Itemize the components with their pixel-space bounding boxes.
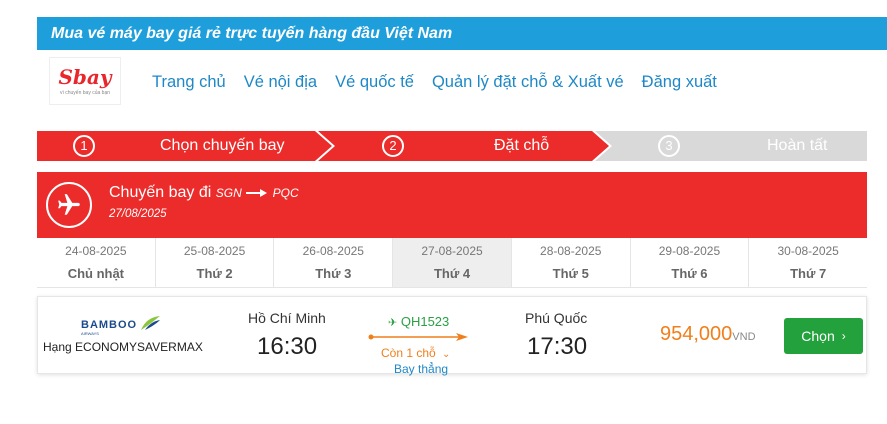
nav-item-domestic[interactable]: Vé nội địa [244, 73, 317, 92]
date-option-weekday: Thứ 4 [433, 266, 471, 281]
flight-number-text: QH1523 [400, 314, 450, 329]
date-option-weekday: Thứ 3 [315, 266, 352, 281]
date-option-weekday: Thứ 5 [552, 266, 589, 281]
step-1: 1 Chọn chuyến bay [37, 131, 317, 161]
date-option-selected[interactable]: 27-08-2025 Thứ 4 [393, 238, 512, 287]
step-3-number: 3 [658, 135, 680, 157]
date-option-weekday: Thứ 6 [671, 266, 708, 281]
choose-flight-button[interactable]: Chọn › [784, 318, 863, 354]
flight-direction-label: Chuyến bay đi [109, 184, 212, 201]
depart-city: Hồ Chí Minh [248, 310, 326, 326]
nav-item-manage-booking[interactable]: Quản lý đặt chỗ & Xuất vé [432, 73, 624, 92]
date-option-date: 30-08-2025 [777, 244, 839, 258]
route-from: SGN [215, 186, 242, 200]
date-option-date: 26-08-2025 [302, 244, 364, 258]
airline-logo: BAMBOO AIRWAYS [81, 316, 161, 336]
chevron-down-icon: ⌄ [442, 349, 451, 360]
page: Mua vé máy bay giá rẻ trực tuyến hàng đầ… [37, 17, 887, 376]
date-option[interactable]: 25-08-2025 Thứ 2 [156, 238, 275, 287]
choose-button-label: Chọn [801, 328, 835, 344]
airplane-icon [46, 182, 92, 228]
date-option-weekday: Thứ 7 [790, 266, 827, 281]
arrive-city: Phú Quốc [525, 310, 588, 326]
flight-number[interactable]: ✈ QH1523 [388, 314, 449, 329]
date-option[interactable]: 28-08-2025 Thứ 5 [512, 238, 631, 287]
step-3: 3 Hoàn tất [597, 131, 867, 161]
logo[interactable]: Sbay vì chuyến bay của bạn [49, 57, 121, 105]
logo-slogan: vì chuyến bay của bạn [59, 89, 111, 96]
date-option-date: 24-08-2025 [65, 244, 127, 258]
flight-header-title: Chuyến bay đi SGN PQC [109, 184, 299, 202]
step-1-number: 1 [73, 135, 95, 157]
plane-small-icon: ✈ [388, 317, 398, 329]
tagline-text: Mua vé máy bay giá rẻ trực tuyến hàng đầ… [51, 25, 453, 42]
nav-item-international[interactable]: Vé quốc tế [335, 73, 414, 92]
date-option-weekday: Chủ nhật [67, 266, 125, 281]
price-currency: VND [732, 331, 756, 343]
stops-info: Bay thẳng [394, 362, 449, 376]
date-option[interactable]: 26-08-2025 Thứ 3 [274, 238, 394, 287]
logo-text: Sbay [58, 64, 112, 89]
flight-path-line [368, 333, 468, 341]
bamboo-leaf-icon [141, 316, 161, 330]
step-2-number: 2 [382, 135, 404, 157]
nav-menu: Trang chủ Vé nội địa Vé quốc tế Quản lý … [152, 50, 735, 114]
arrow-right-icon [246, 188, 268, 197]
date-selector: 24-08-2025 Chủ nhật 25-08-2025 Thứ 2 26-… [37, 238, 867, 288]
nav-item-home[interactable]: Trang chủ [152, 73, 226, 92]
route-to: PQC [272, 186, 299, 200]
step-2-label: Đặt chỗ [494, 137, 550, 154]
date-option[interactable]: 29-08-2025 Thứ 6 [631, 238, 750, 287]
seats-left-text: Còn 1 chỗ [381, 346, 436, 360]
main-nav: Sbay vì chuyến bay của bạn Trang chủ Vé … [37, 50, 867, 114]
seats-left[interactable]: Còn 1 chỗ ⌄ [381, 346, 450, 360]
price-value: 954,000 [660, 323, 733, 345]
date-option-date: 29-08-2025 [658, 244, 721, 258]
airline-sub: AIRWAYS [81, 331, 99, 336]
fare-class: Hạng ECONOMYSAVERMAX [43, 340, 203, 354]
chevron-right-icon: › [841, 329, 846, 343]
booking-steps: 1 Chọn chuyến bay 2 Đặt chỗ 3 Hoàn tất [37, 131, 867, 161]
step-2: 2 Đặt chỗ [320, 131, 595, 161]
arrive-time: 17:30 [527, 333, 588, 360]
nav-item-logout[interactable]: Đăng xuất [642, 73, 717, 92]
date-option-date: 25-08-2025 [183, 244, 246, 258]
step-1-label: Chọn chuyến bay [160, 137, 285, 154]
price: 954,000VND [660, 323, 756, 346]
date-option[interactable]: 30-08-2025 Thứ 7 [749, 238, 867, 287]
airplane-glyph [58, 194, 80, 215]
tagline-banner: Mua vé máy bay giá rẻ trực tuyến hàng đầ… [37, 17, 887, 50]
depart-time: 16:30 [257, 333, 318, 360]
step-3-label: Hoàn tất [767, 137, 828, 154]
date-option[interactable]: 24-08-2025 Chủ nhật [37, 238, 156, 287]
flight-date: 27/08/2025 [109, 208, 167, 220]
flight-result-card: BAMBOO AIRWAYS Hạng ECONOMYSAVERMAX Hồ C… [37, 296, 867, 376]
flight-header: Chuyến bay đi SGN PQC 27/08/2025 [37, 172, 867, 238]
date-option-date: 28-08-2025 [540, 244, 602, 258]
date-option-weekday: Thứ 2 [196, 266, 233, 281]
date-option-date: 27-08-2025 [421, 244, 483, 258]
airline-name: BAMBOO [81, 319, 138, 331]
